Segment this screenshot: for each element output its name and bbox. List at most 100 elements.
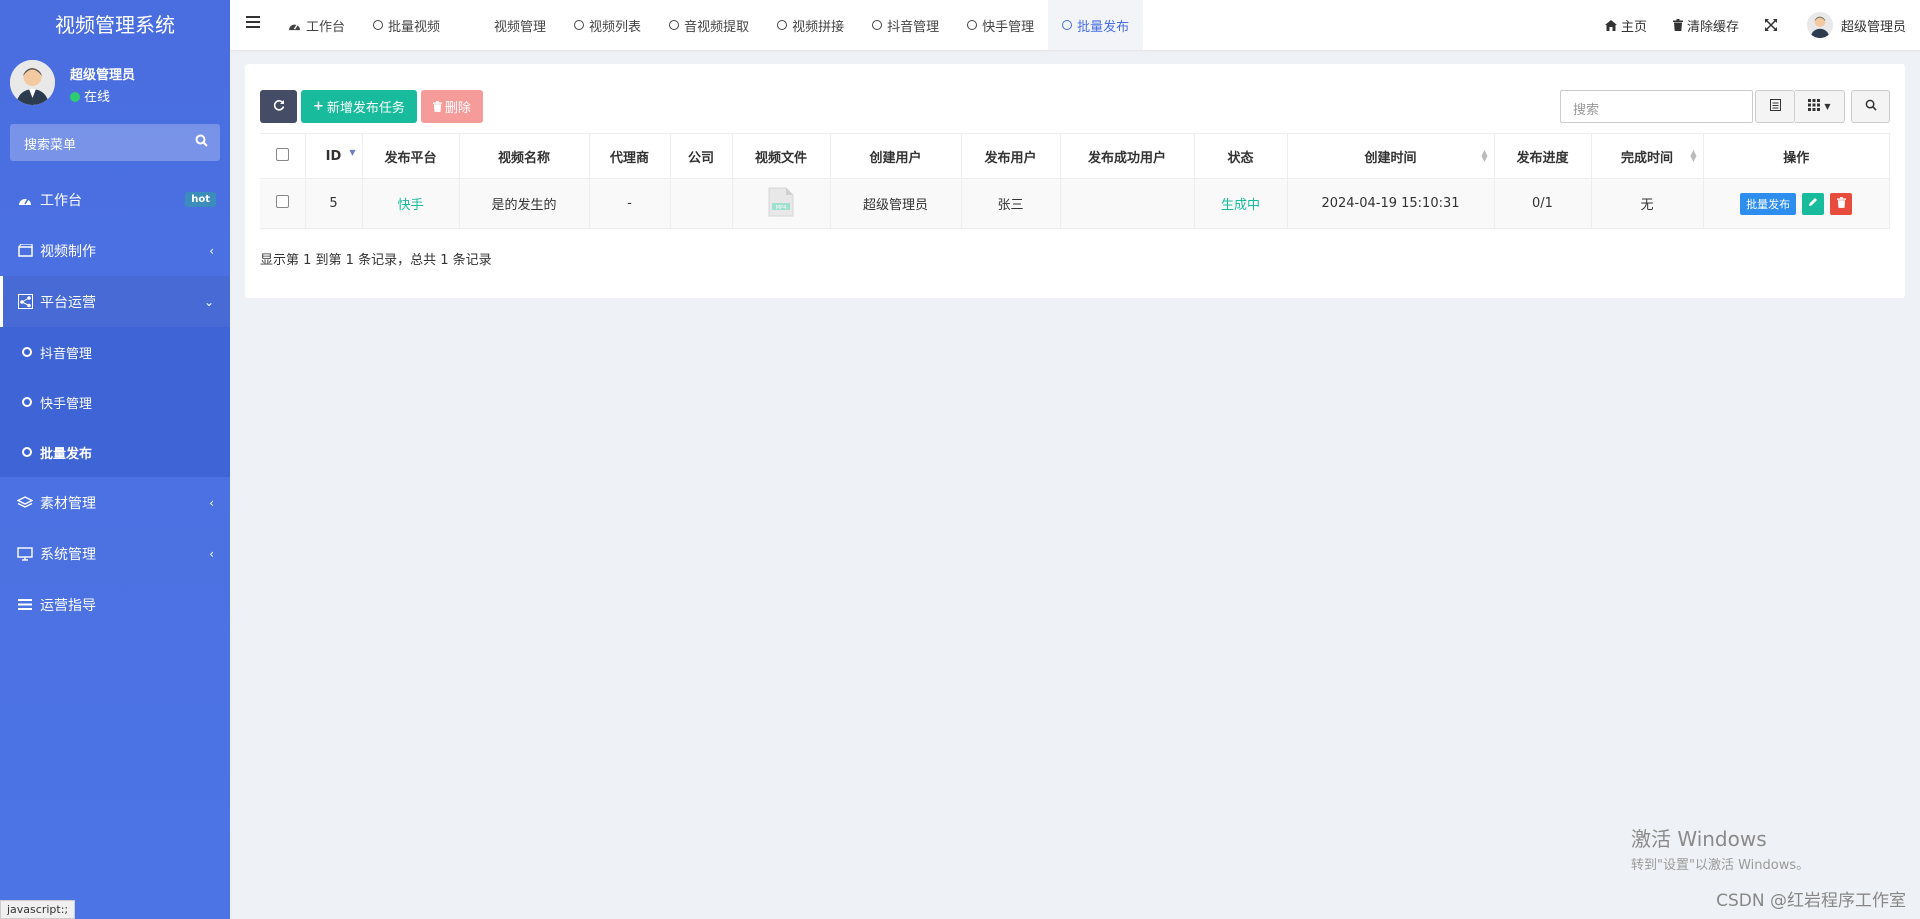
sidebar-item-video-production[interactable]: 视频制作 ‹ <box>0 225 230 276</box>
add-publish-task-button[interactable]: + 新增发布任务 <box>301 90 417 123</box>
top-right-actions: 主页 清除缓存 超级管理员 <box>1579 0 1906 50</box>
tab-douyin[interactable]: 抖音管理 <box>858 0 953 50</box>
home-link[interactable]: 主页 <box>1604 16 1647 35</box>
hot-badge: hot <box>185 192 216 207</box>
sidebar-item-label: 运营指导 <box>40 597 96 614</box>
col-label: 状态 <box>1227 150 1254 166</box>
mp4-file-icon[interactable]: MP4 <box>768 187 794 221</box>
col-label: 发布平台 <box>384 150 437 166</box>
col-id[interactable]: ID ▼ <box>305 133 363 179</box>
refresh-button[interactable] <box>260 90 297 123</box>
tab-label: 抖音管理 <box>887 19 940 35</box>
select-all-cell <box>260 133 306 179</box>
sidebar-item-ops-guide[interactable]: 运营指导 <box>0 579 230 630</box>
delete-label: 删除 <box>444 101 471 116</box>
sidebar-item-materials[interactable]: 素材管理 ‹ <box>0 477 230 528</box>
table-toolbar: + 新增发布任务 删除 <box>260 90 487 123</box>
activate-title: 激活 Windows <box>1631 827 1767 851</box>
toggle-view-button[interactable] <box>1755 90 1795 123</box>
caret-down-icon: ▼ <box>1824 102 1831 111</box>
col-label: 发布进度 <box>1516 150 1569 166</box>
search-placeholder: 搜索 <box>1573 103 1600 118</box>
sort-icon: ▲ ▼ <box>1481 148 1488 163</box>
row-checkbox[interactable] <box>275 195 289 208</box>
circle-icon <box>967 20 978 30</box>
chevron-left-icon: ‹ <box>209 495 214 510</box>
fullscreen-button[interactable] <box>1764 19 1781 31</box>
circle-icon <box>22 347 32 357</box>
circle-icon <box>373 20 384 30</box>
tab-dashboard[interactable]: 工作台 <box>274 0 359 50</box>
cell-video-file[interactable]: MP4 <box>732 178 831 229</box>
tab-av-extract[interactable]: 音视频提取 <box>655 0 763 50</box>
col-company: 公司 <box>670 133 733 179</box>
delete-row-button[interactable] <box>1830 192 1853 215</box>
menu-toggle-icon[interactable] <box>246 16 260 31</box>
table-search-input[interactable]: 搜索 <box>1560 90 1753 123</box>
tab-label: 工作台 <box>306 19 346 35</box>
tab-video-manage[interactable]: 视频管理 <box>454 0 560 50</box>
user-name: 超级管理员 <box>70 68 136 83</box>
tab-batch-video[interactable]: 批量视频 <box>359 0 454 50</box>
user-panel: 超级管理员 在线 <box>0 50 230 118</box>
sidebar-item-system[interactable]: 系统管理 ‹ <box>0 528 230 579</box>
csdn-watermark: CSDN @红岩程序工作室 <box>1716 891 1906 911</box>
user-menu[interactable]: 超级管理员 <box>1806 12 1906 38</box>
chevron-down-icon: ⌄ <box>203 294 214 309</box>
tab-video-list[interactable]: 视频列表 <box>560 0 655 50</box>
sidebar-item-label: 系统管理 <box>40 546 96 563</box>
col-platform: 发布平台 <box>362 133 460 179</box>
col-progress: 发布进度 <box>1494 133 1592 179</box>
home-icon <box>1604 19 1617 31</box>
clear-cache-button[interactable]: 清除缓存 <box>1672 16 1739 35</box>
cell-actions: 批量发布 <box>1703 178 1890 229</box>
publish-task-table: ID ▼ 发布平台 视频名称 代理商 公司 视频文件 创建用户 发布用户 发布成功… <box>260 133 1890 229</box>
tab-label: 批量发布 <box>1077 19 1130 35</box>
col-label: 代理商 <box>609 150 649 166</box>
col-created-at[interactable]: 创建时间 ▲ ▼ <box>1287 133 1495 179</box>
select-all-checkbox[interactable] <box>275 147 289 161</box>
col-label: 完成时间 <box>1620 150 1673 166</box>
nav-tabs: 工作台 批量视频 视频管理 视频列表 音视频提取 视频拼接 抖音管理 快手管理 … <box>274 0 1144 50</box>
sidebar-item-dashboard[interactable]: 工作台 hot <box>0 174 230 225</box>
advanced-search-button[interactable] <box>1851 90 1890 123</box>
sidebar-item-kuaishou[interactable]: 快手管理 <box>0 377 230 427</box>
top-user-name: 超级管理员 <box>1840 19 1906 35</box>
sidebar-item-label: 平台运营 <box>40 294 96 311</box>
batch-publish-button[interactable]: 批量发布 <box>1740 192 1797 215</box>
columns-dropdown-button[interactable]: ▼ <box>1795 90 1845 123</box>
sidebar-item-label: 视频制作 <box>40 243 96 260</box>
top-navbar: 工作台 批量视频 视频管理 视频列表 音视频提取 视频拼接 抖音管理 快手管理 … <box>230 0 1920 50</box>
status-bar-url: javascript:; <box>0 900 76 919</box>
expand-icon <box>1764 19 1777 31</box>
col-actions: 操作 <box>1703 133 1890 179</box>
file-type-label: MP4 <box>776 205 787 211</box>
col-agent: 代理商 <box>589 133 671 179</box>
col-finished-at[interactable]: 完成时间 ▲ ▼ <box>1591 133 1704 179</box>
circle-icon <box>669 20 680 30</box>
grid-icon <box>1808 98 1821 115</box>
search-icon[interactable] <box>195 134 208 151</box>
delete-button[interactable]: 删除 <box>420 90 483 123</box>
trash-icon <box>1672 19 1683 31</box>
cell-video-name: 是的发生的 <box>459 178 590 229</box>
sidebar-item-douyin[interactable]: 抖音管理 <box>0 327 230 377</box>
sidebar-item-batch-publish[interactable]: 批量发布 <box>0 427 230 477</box>
col-label: ID <box>325 148 342 164</box>
col-label: 发布成功用户 <box>1087 150 1166 166</box>
table-view-icon <box>1769 98 1781 115</box>
tab-label: 音视频提取 <box>684 19 750 35</box>
tab-batch-publish[interactable]: 批量发布 <box>1048 0 1144 50</box>
app-title[interactable]: 视频管理系统 <box>0 0 230 50</box>
sidebar-item-platform-ops[interactable]: 平台运营 ⌄ <box>0 276 230 327</box>
circle-icon <box>22 397 32 407</box>
menu-search-input[interactable]: 搜索菜单 <box>10 124 220 161</box>
tab-kuaishou[interactable]: 快手管理 <box>953 0 1048 50</box>
col-label: 创建时间 <box>1364 150 1417 166</box>
edit-button[interactable] <box>1802 192 1825 215</box>
cell-creator: 超级管理员 <box>830 178 962 229</box>
cell-success-users <box>1060 178 1195 229</box>
circle-icon <box>574 20 585 30</box>
tab-video-splice[interactable]: 视频拼接 <box>763 0 858 50</box>
activate-subtitle: 转到"设置"以激活 Windows。 <box>1631 858 1810 873</box>
